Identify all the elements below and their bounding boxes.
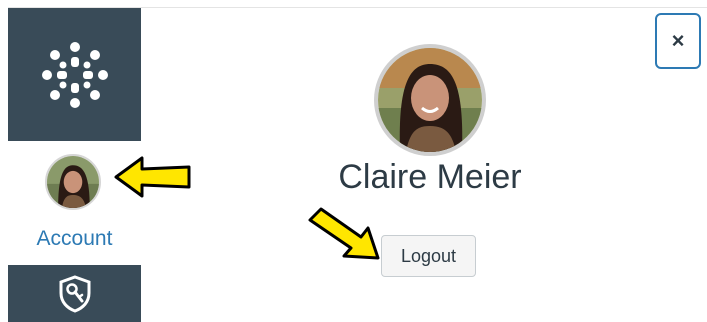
profile-name: Claire Meier [338, 158, 522, 196]
sidebar-item-account-label: Account [36, 227, 113, 250]
close-button[interactable]: × [655, 13, 701, 69]
profile-avatar [374, 44, 486, 156]
close-icon: × [671, 28, 685, 53]
logout-button[interactable]: Logout [381, 235, 476, 277]
canvas-logo-icon [41, 41, 108, 108]
left-gutter [0, 0, 8, 322]
sidebar-item-admin[interactable] [8, 265, 141, 322]
top-border [0, 0, 707, 8]
account-avatar [45, 154, 101, 210]
canvas-logo-link[interactable] [8, 8, 141, 141]
annotation-arrow-icon [114, 156, 191, 198]
admin-shield-icon [59, 274, 90, 313]
annotation-arrow-icon [308, 207, 380, 260]
